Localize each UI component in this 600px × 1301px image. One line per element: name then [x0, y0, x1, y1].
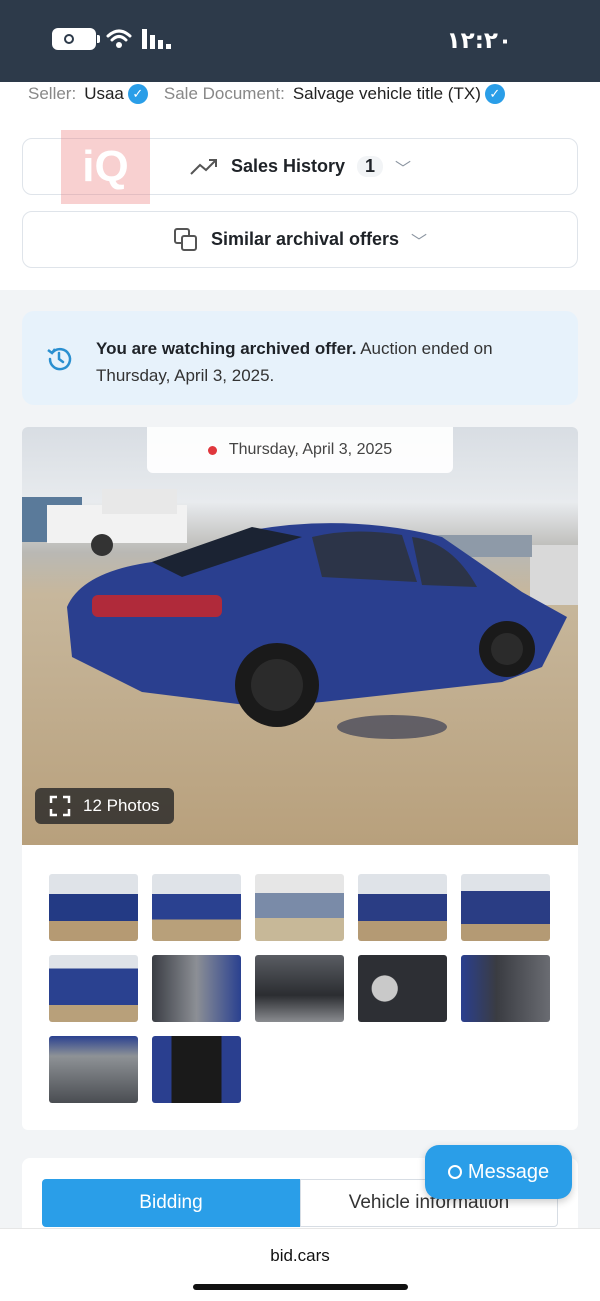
car-illustration	[22, 489, 578, 739]
wifi-icon	[106, 28, 132, 50]
thumbnail[interactable]	[461, 955, 550, 1022]
seller-value: Usaa	[84, 84, 124, 103]
similar-offers-label: Similar archival offers	[210, 229, 400, 249]
archived-notice-bold: You are watching archived offer.	[96, 339, 357, 358]
seller-line: Seller: Usaa ✓ Sale Document: Salvage ve…	[28, 84, 521, 104]
main-vehicle-photo[interactable]: Thursday, April 3, 2025 12 Photos	[22, 427, 578, 845]
chevron-down-icon: ﹀	[411, 233, 428, 251]
chevron-down-icon: ﹀	[395, 160, 412, 178]
red-dot-icon	[207, 445, 217, 455]
verified-icon: ✓	[127, 84, 148, 104]
thumbnail[interactable]	[152, 1036, 241, 1103]
thumbnail[interactable]	[255, 955, 344, 1022]
status-icons	[52, 28, 174, 50]
thumbnail[interactable]	[152, 874, 241, 941]
battery-icon	[52, 28, 100, 50]
thumbnail[interactable]	[152, 955, 241, 1022]
history-icon	[47, 347, 72, 371]
archived-notice: You are watching archived offer. Auction…	[22, 311, 578, 405]
status-bar: ۱۲:۲۰	[0, 0, 600, 82]
thumbnail[interactable]	[49, 874, 138, 941]
signal-icon	[142, 29, 174, 49]
seller-label: Seller:	[28, 84, 77, 103]
tab-bidding[interactable]: Bidding	[42, 1179, 300, 1227]
sales-history-label: Sales History	[230, 156, 346, 176]
message-label: Message	[467, 1160, 550, 1183]
message-button[interactable]: Message	[425, 1145, 572, 1199]
photos-count-button[interactable]: 12 Photos	[35, 788, 174, 824]
home-indicator[interactable]	[193, 1284, 408, 1290]
chat-icon	[447, 1165, 462, 1179]
photo-gallery-card: Thursday, April 3, 2025 12 Photos	[22, 427, 578, 1130]
thumbnail[interactable]	[255, 874, 344, 941]
auction-date: Thursday, April 3, 2025	[228, 441, 393, 458]
photos-count: 12 Photos	[83, 796, 160, 815]
sale-document-label: Sale Document:	[163, 84, 285, 103]
sale-document-value: Salvage vehicle title (TX)	[292, 84, 481, 103]
fullscreen-icon	[49, 795, 71, 817]
status-time: ۱۲:۲۰	[446, 28, 512, 54]
iq-watermark-logo: iQ	[61, 130, 150, 204]
verified-icon: ✓	[484, 84, 505, 104]
similar-offers-button[interactable]: Similar archival offers ﹀	[22, 211, 578, 268]
trending-up-icon	[190, 158, 217, 175]
auction-date-tag: Thursday, April 3, 2025	[147, 427, 453, 473]
thumbnail[interactable]	[358, 874, 447, 941]
sales-history-count: 1	[357, 156, 384, 177]
thumbnail[interactable]	[49, 955, 138, 1022]
thumbnail[interactable]	[358, 955, 447, 1022]
url-display[interactable]: bid.cars	[0, 1246, 600, 1266]
copy-icon	[173, 227, 197, 251]
thumbnail[interactable]	[49, 1036, 138, 1103]
browser-bottom-bar: bid.cars	[0, 1228, 600, 1301]
thumbnail[interactable]	[461, 874, 550, 941]
